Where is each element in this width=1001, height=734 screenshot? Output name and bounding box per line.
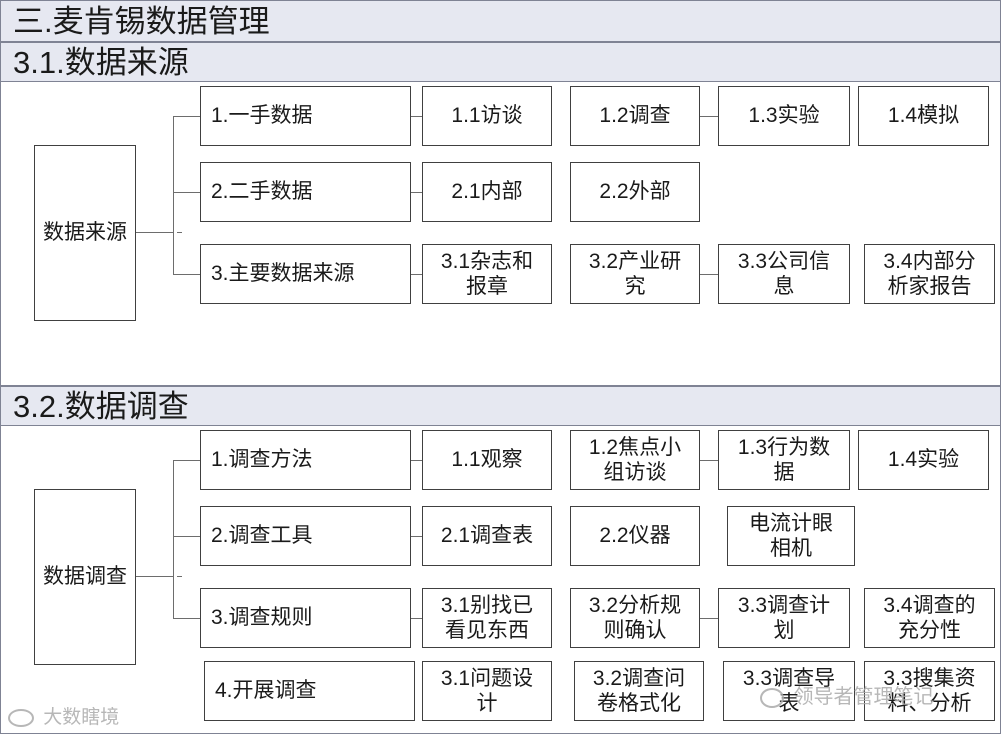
connector: [173, 460, 200, 461]
connector-tick: [177, 232, 182, 233]
node-label: 1.一手数据: [211, 104, 313, 128]
leaf-node: 3.4内部分析家报告: [864, 244, 995, 304]
leaf-label: 2.1调查表: [440, 524, 534, 548]
leaf-node: 3.1别找已看见东西: [422, 588, 552, 648]
leaf-label: 1.4实验: [887, 448, 960, 472]
connector: [173, 618, 200, 619]
leaf-node: 1.2焦点小组访谈: [570, 430, 700, 490]
node-label: 3.调查规则: [211, 606, 313, 630]
leaf-label: 3.4内部分析家报告: [883, 249, 976, 298]
leaf-label: 3.2分析规则确认: [588, 593, 682, 642]
node-secondary-data: 2.二手数据: [200, 162, 411, 222]
leaf-label: 1.1观察: [451, 448, 523, 472]
connector: [699, 274, 719, 275]
node-label: 2.二手数据: [211, 180, 313, 204]
node-label: 1.调查方法: [211, 448, 313, 472]
node-survey-rules: 3.调查规则: [200, 588, 411, 648]
leaf-label: 2.1内部: [451, 180, 523, 204]
leaf-node: 1.3实验: [718, 86, 850, 146]
watermark-right: 领导者管理笔记: [760, 680, 934, 709]
node-primary-data: 1.一手数据: [200, 86, 411, 146]
root-node-data-survey: 数据调查: [34, 489, 136, 665]
leaf-label: 1.2焦点小组访谈: [588, 435, 682, 484]
section-title-data-sources: 3.1.数据来源: [13, 44, 189, 80]
connector: [135, 576, 173, 577]
watermark-left: 大数瞎境: [8, 702, 119, 729]
node-label: 4.开展调查: [215, 679, 317, 703]
node-survey-methods: 1.调查方法: [200, 430, 411, 490]
leaf-node: 1.1访谈: [422, 86, 552, 146]
connector-tick: [177, 576, 182, 577]
leaf-label: 3.4调查的充分性: [883, 593, 976, 642]
node-label: 2.调查工具: [211, 524, 313, 548]
leaf-label: 1.1访谈: [451, 104, 523, 128]
leaf-node: 3.3公司信息: [718, 244, 850, 304]
leaf-node: 3.2调查问卷格式化: [574, 661, 704, 721]
section-title-band: 3.2.数据调查: [0, 386, 1001, 426]
leaf-label: 1.4模拟: [887, 104, 960, 128]
connector: [173, 192, 200, 193]
node-conduct-survey: 4.开展调查: [204, 661, 415, 721]
connector: [173, 460, 174, 618]
page-title-band: 三.麦肯锡数据管理: [0, 0, 1001, 42]
leaf-node: 2.2外部: [570, 162, 700, 222]
leaf-node: 1.1观察: [422, 430, 552, 490]
connector: [699, 618, 719, 619]
connector: [173, 274, 200, 275]
leaf-node: 3.1问题设计: [422, 661, 552, 721]
leaf-node: 1.4实验: [858, 430, 989, 490]
weibo-icon: [8, 708, 34, 727]
leaf-label: 1.3行为数据: [737, 435, 831, 484]
leaf-node: 1.3行为数据: [718, 430, 850, 490]
leaf-label: 1.2调查: [599, 104, 671, 128]
leaf-node: 3.1杂志和报章: [422, 244, 552, 304]
wechat-icon: [760, 687, 784, 708]
leaf-label: 电流计眼相机: [749, 511, 833, 560]
leaf-node: 1.2调查: [570, 86, 700, 146]
leaf-label: 3.3调查计划: [737, 593, 831, 642]
connector: [173, 536, 200, 537]
leaf-node: 2.1调查表: [422, 506, 552, 566]
connector: [699, 116, 719, 117]
watermark-right-text: 领导者管理笔记: [793, 686, 934, 708]
root-node-label: 数据来源: [43, 221, 127, 245]
connector: [173, 116, 174, 274]
node-main-sources: 3.主要数据来源: [200, 244, 411, 304]
leaf-label: 3.2产业研究: [588, 249, 682, 298]
leaf-node: 3.4调查的充分性: [864, 588, 995, 648]
node-survey-tools: 2.调查工具: [200, 506, 411, 566]
leaf-node: 3.2产业研究: [570, 244, 700, 304]
node-label: 3.主要数据来源: [211, 262, 355, 286]
root-node-label: 数据调查: [43, 565, 127, 589]
connector: [699, 460, 719, 461]
leaf-label: 3.1杂志和报章: [440, 249, 534, 298]
leaf-label: 2.2仪器: [599, 524, 671, 548]
connector: [135, 232, 173, 233]
section-title-band: 3.1.数据来源: [0, 42, 1001, 82]
leaf-node: 2.2仪器: [570, 506, 700, 566]
root-node-data-sources: 数据来源: [34, 145, 136, 321]
page-title: 三.麦肯锡数据管理: [13, 3, 270, 39]
leaf-label: 2.2外部: [599, 180, 671, 204]
watermark-left-text: 大数瞎境: [43, 707, 120, 728]
connector: [173, 116, 200, 117]
section-title-data-survey: 3.2.数据调查: [13, 388, 189, 424]
leaf-label: 3.3公司信息: [737, 249, 831, 298]
leaf-node: 3.2分析规则确认: [570, 588, 700, 648]
leaf-label: 1.3实验: [748, 104, 820, 128]
leaf-node: 电流计眼相机: [727, 506, 855, 566]
leaf-label: 3.1问题设计: [440, 666, 534, 715]
leaf-node: 1.4模拟: [858, 86, 989, 146]
leaf-label: 3.2调查问卷格式化: [592, 666, 686, 715]
leaf-node: 3.3调查计划: [718, 588, 850, 648]
leaf-node: 2.1内部: [422, 162, 552, 222]
leaf-label: 3.1别找已看见东西: [440, 593, 534, 642]
